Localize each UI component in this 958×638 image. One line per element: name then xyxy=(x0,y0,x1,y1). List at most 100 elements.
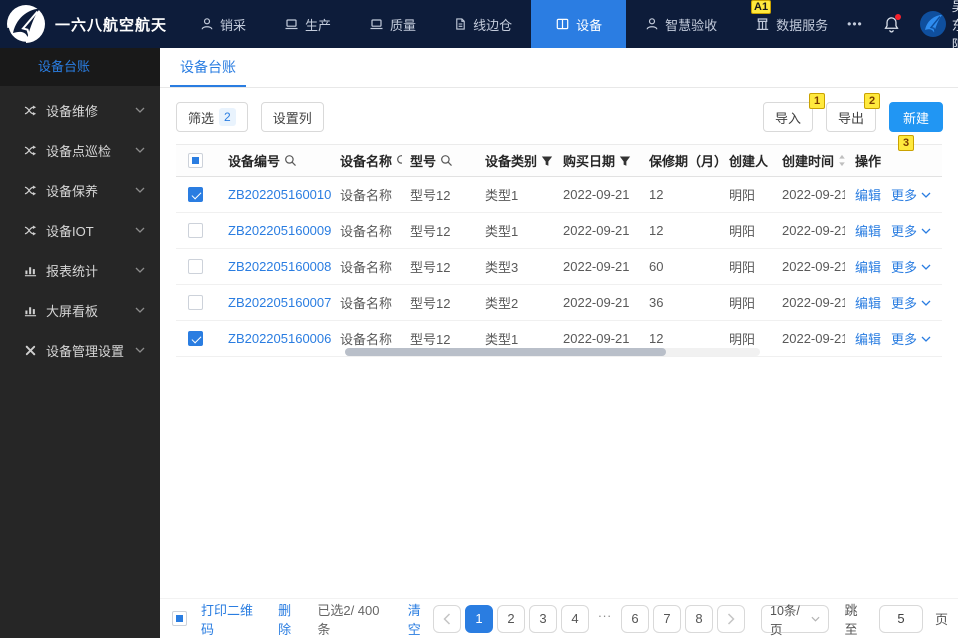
row-checkbox[interactable] xyxy=(188,331,203,346)
pagination: 1234...678 10条/页 跳至 页 xyxy=(433,600,948,638)
chevron-down-icon xyxy=(135,267,145,273)
topnav-item-label: 智慧验收 xyxy=(665,17,718,33)
filter-button[interactable]: 筛选 2 xyxy=(176,102,248,132)
cell-buy_date: 2022-09-21 xyxy=(555,259,641,274)
sidebar-group-6[interactable]: 大屏看板 xyxy=(0,290,160,330)
sidebar-group-5[interactable]: 报表统计 xyxy=(0,250,160,290)
print-qrcode-button[interactable]: 打印二维码 xyxy=(201,600,264,638)
more-button[interactable]: 更多 xyxy=(891,293,931,312)
device-code-link[interactable]: ZB202205160006 xyxy=(228,331,331,346)
chevron-down-icon xyxy=(135,227,145,233)
more-button[interactable]: 更多 xyxy=(891,221,931,240)
topnav-item-5[interactable]: 设备 xyxy=(531,0,627,48)
more-button[interactable]: 更多 xyxy=(891,185,931,204)
page-button-6[interactable]: 6 xyxy=(621,604,650,633)
sidebar-group-4[interactable]: 设备IOT xyxy=(0,210,160,250)
select-all-checkbox[interactable] xyxy=(188,153,203,168)
edit-button[interactable]: 编辑 xyxy=(855,257,881,276)
page-button-1[interactable]: 1 xyxy=(465,604,494,633)
column-label: 保修期（月） xyxy=(649,154,721,169)
notification-bell-icon[interactable] xyxy=(883,13,901,33)
table-header-cell-0 xyxy=(176,153,220,168)
search-icon[interactable] xyxy=(440,154,453,167)
sidebar-group-label: 设备维修 xyxy=(46,103,99,119)
page-size-select[interactable]: 10条/页 xyxy=(761,604,829,637)
edit-button[interactable]: 编辑 xyxy=(855,221,881,240)
cell-code: ZB202205160010 xyxy=(220,187,332,202)
cell-creator: 明阳 xyxy=(721,293,774,312)
cell-model: 型号12 xyxy=(402,293,477,312)
sidebar-group-3[interactable]: 设备保养 xyxy=(0,170,160,210)
jump-to-label: 跳至 xyxy=(844,602,858,637)
bank-icon xyxy=(755,17,770,31)
footer-bar: 打印二维码 删除 已选2/ 400 条 清空 1 2 3 4... 6 7 8 10条/页 … xyxy=(160,598,958,638)
edit-button[interactable]: 编辑 xyxy=(855,329,881,348)
toolbar-right: 导入 导出 新建 xyxy=(762,102,943,132)
topnav-item-2[interactable]: 生产 xyxy=(265,0,350,48)
row-checkbox[interactable] xyxy=(188,223,203,238)
topnav-item-4[interactable]: 线边仓 xyxy=(435,0,531,48)
create-button[interactable]: 新建 xyxy=(888,102,943,132)
cell-code: ZB202205160009 xyxy=(220,223,332,238)
tab-device-ledger[interactable]: 设备台账 xyxy=(170,48,246,87)
more-button-label: 更多 xyxy=(891,188,918,203)
page-ellipsis[interactable]: ... xyxy=(593,605,617,633)
table-header-cell-4: 设备类别 xyxy=(477,151,555,170)
topnav-item-6[interactable]: 智慧验收 xyxy=(626,0,736,48)
topnav-item-1[interactable]: 销采 xyxy=(181,0,265,48)
chevron-down-icon xyxy=(921,192,931,198)
filter-icon[interactable] xyxy=(541,155,553,167)
more-button[interactable]: 更多 xyxy=(891,329,931,348)
edit-button[interactable]: 编辑 xyxy=(855,185,881,204)
device-code-link[interactable]: ZB202205160007 xyxy=(228,295,331,310)
select-all-footer-checkbox[interactable] xyxy=(172,611,187,626)
sidebar-group-1[interactable]: 设备维修 xyxy=(0,90,160,130)
cell-creator: 明阳 xyxy=(721,221,774,240)
page-button-3[interactable]: 3 xyxy=(529,604,558,633)
footer-left: 打印二维码 删除 已选2/ 400 条 清空 xyxy=(172,600,433,638)
sidebar-item-device-ledger[interactable]: 设备台账 xyxy=(0,48,160,86)
page-button-4[interactable]: 4 xyxy=(561,604,590,633)
cell-value: 12 xyxy=(649,187,664,202)
horizontal-scrollbar[interactable] xyxy=(345,348,760,356)
table-header-cell-6: 保修期（月） xyxy=(641,151,721,170)
search-icon[interactable] xyxy=(284,154,297,167)
page-button-2[interactable]: 2 xyxy=(497,604,526,633)
cell-model: 型号12 xyxy=(402,185,477,204)
import-button[interactable]: 导入 xyxy=(762,102,813,132)
device-code-link[interactable]: ZB202205160010 xyxy=(228,187,331,202)
cell-created: 2022-09-21 0 xyxy=(774,331,845,346)
row-checkbox[interactable] xyxy=(188,295,203,310)
topnav-item-3[interactable]: 质量 xyxy=(350,0,435,48)
page-button-8[interactable]: 8 xyxy=(685,604,714,633)
more-button[interactable]: 更多 xyxy=(891,257,931,276)
cell-value: 2022-09-21 0 xyxy=(782,259,845,274)
cell-value: 型号12 xyxy=(410,224,451,239)
page-button-7[interactable]: 7 xyxy=(653,604,682,633)
set-columns-button[interactable]: 设置列 xyxy=(260,102,324,132)
more-menu-icon[interactable]: ••• xyxy=(847,17,863,31)
delete-button[interactable]: 删除 xyxy=(278,600,303,638)
filter-icon[interactable] xyxy=(619,155,631,167)
device-code-link[interactable]: ZB202205160009 xyxy=(228,223,331,238)
shuffle-icon xyxy=(24,144,38,157)
edit-button[interactable]: 编辑 xyxy=(855,293,881,312)
column-label: 购买日期 xyxy=(563,154,616,169)
horizontal-scrollbar-thumb[interactable] xyxy=(345,348,666,356)
clear-selection-button[interactable]: 清空 xyxy=(408,600,433,638)
row-checkbox[interactable] xyxy=(188,187,203,202)
row-checkbox[interactable] xyxy=(188,259,203,274)
cell-warranty: 36 xyxy=(641,295,721,310)
cell-code: ZB202205160006 xyxy=(220,331,332,346)
jump-suffix-label: 页 xyxy=(934,612,948,627)
prev-page-button[interactable] xyxy=(433,604,462,633)
page-buttons: 1 2 3 4... 6 7 8 xyxy=(465,604,714,633)
jump-page-input[interactable] xyxy=(878,604,923,633)
sidebar-group-2[interactable]: 设备点巡检 xyxy=(0,130,160,170)
next-page-button[interactable] xyxy=(717,604,746,633)
user-menu[interactable]: 吴东阳 xyxy=(919,0,958,53)
sorter-icon[interactable] xyxy=(838,154,845,167)
sidebar-group-7[interactable]: 设备管理设置 xyxy=(0,330,160,370)
set-columns-label: 设置列 xyxy=(272,110,312,126)
device-code-link[interactable]: ZB202205160008 xyxy=(228,259,331,274)
